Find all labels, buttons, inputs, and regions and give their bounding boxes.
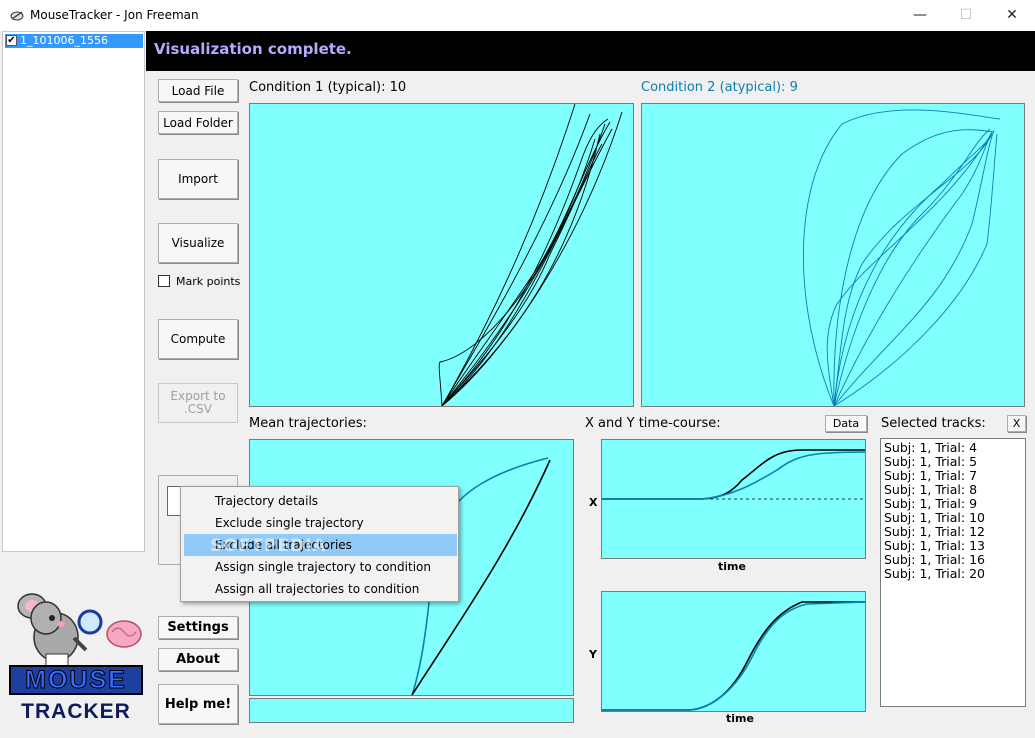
about-button[interactable]: About xyxy=(158,648,238,671)
maximize-button[interactable]: ☐ xyxy=(943,0,989,31)
mark-points-checkbox[interactable] xyxy=(158,275,170,287)
export-label-line2: .CSV xyxy=(183,402,213,416)
watermark: SOFTPEDIA xyxy=(210,536,327,556)
logo-text-tracker: TRACKER xyxy=(21,700,131,723)
list-item[interactable]: Subj: 1, Trial: 16 xyxy=(881,553,1025,567)
close-button[interactable]: ✕ xyxy=(989,0,1035,31)
x-timecourse-plot[interactable] xyxy=(601,439,866,559)
list-item[interactable]: Subj: 1, Trial: 10 xyxy=(881,511,1025,525)
mean-trajectories-label: Mean trajectories: xyxy=(249,416,367,431)
title-bar: MouseTracker - Jon Freeman — ☐ ✕ xyxy=(0,0,1035,31)
list-item[interactable]: Subj: 1, Trial: 8 xyxy=(881,483,1025,497)
selected-tracks-list[interactable]: Subj: 1, Trial: 4 Subj: 1, Trial: 5 Subj… xyxy=(880,438,1026,707)
mousetracker-logo: MOUSE TRACKER xyxy=(9,593,143,723)
menu-item-trajectory-details[interactable]: Trajectory details xyxy=(184,490,457,512)
mean-trajectories-scroll xyxy=(249,698,574,723)
y-time-label: time xyxy=(726,712,754,725)
list-item[interactable]: ✔ 1_101006_1556 xyxy=(5,34,143,48)
mark-points-label: Mark points xyxy=(176,275,241,288)
settings-button[interactable]: Settings xyxy=(158,616,238,639)
load-folder-button[interactable]: Load Folder xyxy=(158,111,238,134)
clear-tracks-button[interactable]: X xyxy=(1007,415,1026,432)
list-item[interactable]: Subj: 1, Trial: 20 xyxy=(881,567,1025,581)
list-item[interactable]: Subj: 1, Trial: 12 xyxy=(881,525,1025,539)
help-button[interactable]: Help me! xyxy=(158,684,238,724)
y-axis-label: Y xyxy=(589,648,597,661)
load-file-button[interactable]: Load File xyxy=(158,79,238,102)
compute-button[interactable]: Compute xyxy=(158,319,238,359)
x-timecourse-lines xyxy=(602,449,865,500)
condition2-label: Condition 2 (atypical): 9 xyxy=(641,80,798,95)
y-timecourse-lines xyxy=(602,601,865,711)
visualize-button[interactable]: Visualize xyxy=(158,223,238,263)
minimize-button[interactable]: — xyxy=(897,0,943,31)
list-item[interactable]: Subj: 1, Trial: 9 xyxy=(881,497,1025,511)
condition2-trajectories xyxy=(803,109,1001,406)
condition1-label: Condition 1 (typical): 10 xyxy=(249,80,407,95)
list-item[interactable]: Subj: 1, Trial: 7 xyxy=(881,469,1025,483)
status-text: Visualization complete. xyxy=(154,40,352,58)
xy-timecourse-label: X and Y time-course: xyxy=(585,416,721,431)
condition1-trajectories xyxy=(438,104,623,406)
x-axis-label: X xyxy=(589,496,598,509)
menu-item-assign-all[interactable]: Assign all trajectories to condition xyxy=(184,578,457,600)
logo-text-mouse: MOUSE xyxy=(25,666,127,694)
data-button[interactable]: Data xyxy=(825,415,867,432)
import-button[interactable]: Import xyxy=(158,159,238,199)
menu-item-exclude-single[interactable]: Exclude single trajectory xyxy=(184,512,457,534)
export-csv-button[interactable]: Export to .CSV xyxy=(158,383,238,423)
mouse-app-icon xyxy=(10,11,24,21)
list-item[interactable]: Subj: 1, Trial: 4 xyxy=(881,441,1025,455)
menu-item-assign-single[interactable]: Assign single trajectory to condition xyxy=(184,556,457,578)
x-time-label: time xyxy=(718,560,746,573)
condition2-plot[interactable] xyxy=(641,103,1025,407)
file-checkbox[interactable]: ✔ xyxy=(6,35,17,46)
condition1-plot[interactable] xyxy=(249,103,634,407)
y-timecourse-plot[interactable] xyxy=(601,591,866,712)
window-title: MouseTracker - Jon Freeman xyxy=(30,8,199,22)
file-label: 1_101006_1556 xyxy=(20,34,108,47)
selected-tracks-label: Selected tracks: xyxy=(881,416,986,431)
status-bar: Visualization complete. xyxy=(146,31,1035,71)
file-list[interactable]: ✔ 1_101006_1556 xyxy=(2,31,145,552)
list-item[interactable]: Subj: 1, Trial: 13 xyxy=(881,539,1025,553)
list-item[interactable]: Subj: 1, Trial: 5 xyxy=(881,455,1025,469)
